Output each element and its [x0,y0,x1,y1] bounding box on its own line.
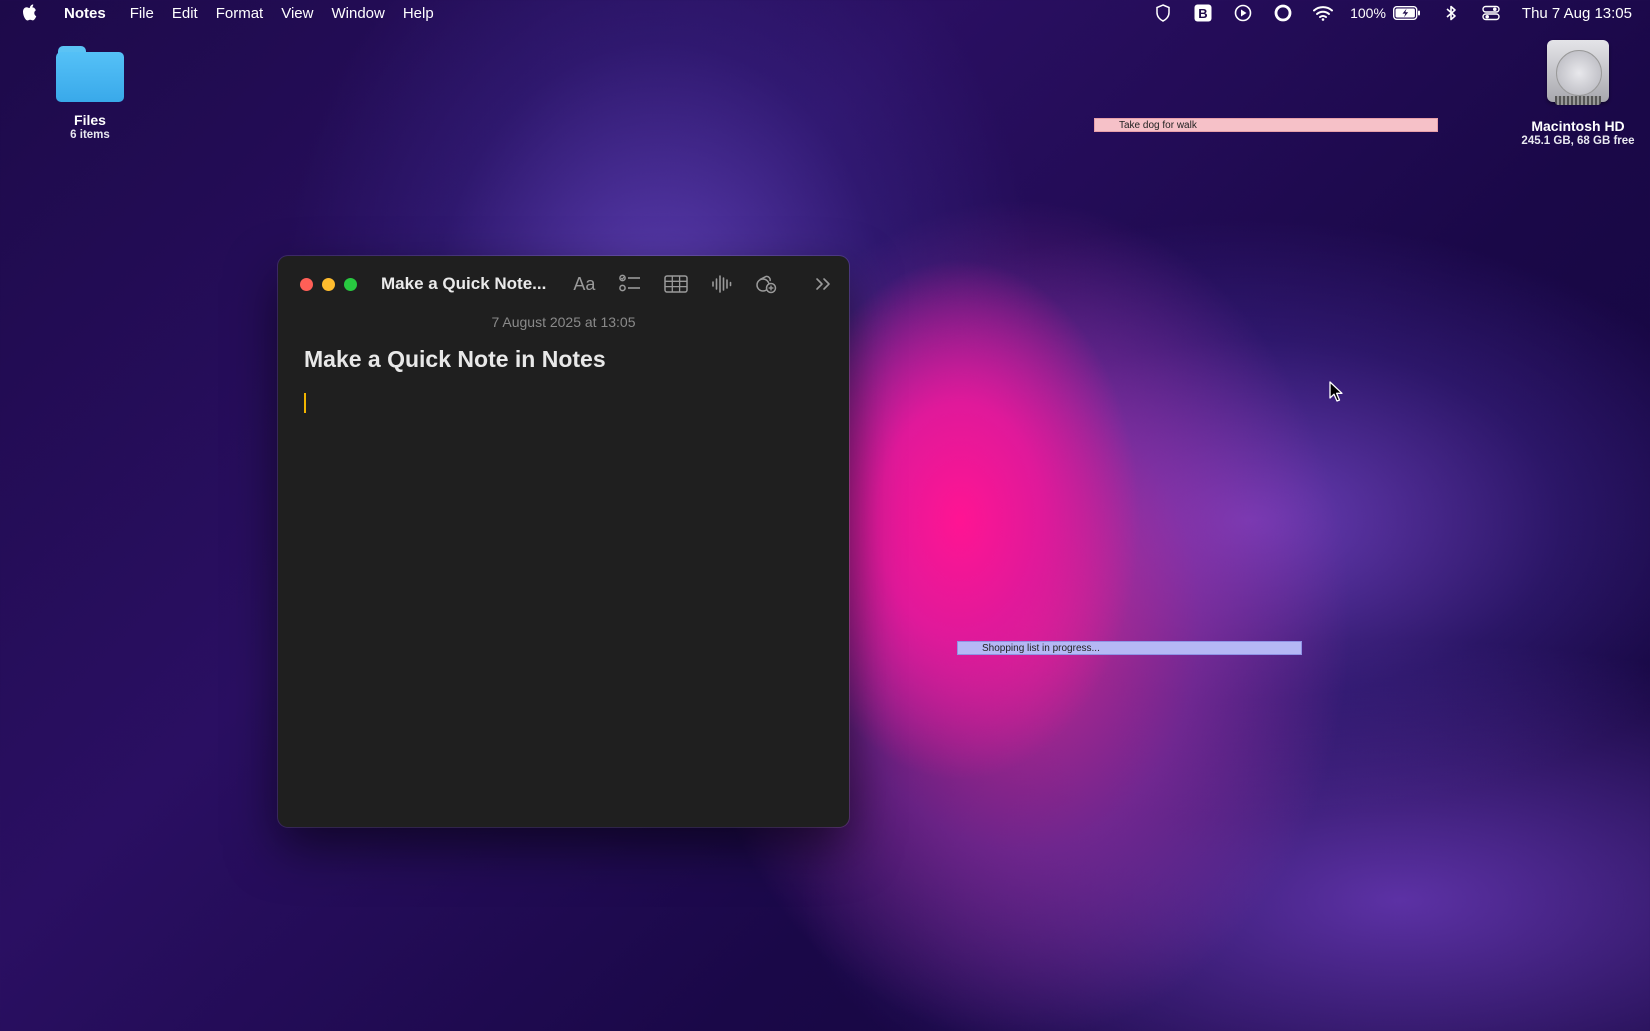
wifi-icon[interactable] [1312,4,1334,22]
table-button[interactable] [664,272,689,296]
close-button[interactable] [300,277,313,291]
menu-app-notes[interactable]: Notes [64,5,106,22]
desktop-macintosh-hd[interactable]: Macintosh HD 245.1 GB, 68 GB free [1498,40,1650,147]
menu-edit[interactable]: Edit [172,5,198,22]
menubar-clock[interactable]: Thu 7 Aug 13:05 [1522,5,1632,22]
collaborate-button[interactable] [754,272,778,296]
note-toolbar: Make a Quick Note... Aa [278,256,849,312]
minimize-button[interactable] [322,277,335,291]
note-title[interactable]: Make a Quick Note in Notes [304,346,849,373]
menu-window[interactable]: Window [331,5,384,22]
zoom-button[interactable] [344,277,357,291]
menu-file[interactable]: File [130,5,154,22]
sticky-strip-dog-walk[interactable]: Take dog for walk [1094,118,1438,132]
menu-bar: Notes File Edit Format View Window Help … [0,0,1650,26]
desktop-files-label: Files [74,112,106,128]
waveform-icon [712,275,732,293]
note-date: 7 August 2025 at 13:05 [491,314,636,330]
svg-text:B: B [1198,6,1207,21]
record-icon[interactable] [1272,4,1294,22]
menu-view[interactable]: View [281,5,313,22]
disk-label: Macintosh HD [1531,118,1625,134]
shield-icon[interactable] [1152,4,1174,22]
apple-icon[interactable] [22,4,38,22]
window-title: Make a Quick Note... [381,274,547,293]
format-text-button[interactable]: Aa [570,272,598,296]
disk-capacity: 245.1 GB, 68 GB free [1521,135,1635,147]
hard-drive-icon [1547,40,1609,108]
menu-help[interactable]: Help [403,5,434,22]
bluetooth-icon[interactable] [1440,4,1462,22]
control-center-icon[interactable] [1480,4,1502,22]
mouse-pointer-icon [1329,381,1345,403]
table-icon [664,275,689,293]
more-tools-button[interactable] [811,272,835,296]
text-caret[interactable] [304,393,306,413]
battery-percentage: 100% [1350,5,1386,21]
b-icon[interactable]: B [1192,4,1214,22]
window-controls [300,277,357,291]
link-add-icon [756,275,777,294]
desktop-files-folder[interactable]: Files 6 items [52,46,128,141]
sticky-strip-shopping-list[interactable]: Shopping list in progress... [957,641,1302,655]
desktop-files-count: 6 items [70,129,110,141]
menu-format[interactable]: Format [216,5,264,22]
checklist-button[interactable] [618,272,642,296]
record-audio-button[interactable] [710,272,734,296]
battery-icon[interactable] [1392,4,1422,22]
checklist-icon [619,274,641,292]
play-icon[interactable] [1232,4,1254,22]
folder-icon [56,46,124,102]
quick-note-window: Make a Quick Note... Aa 7 August 2025 at… [278,256,849,827]
chevron-double-right-icon [816,278,830,290]
